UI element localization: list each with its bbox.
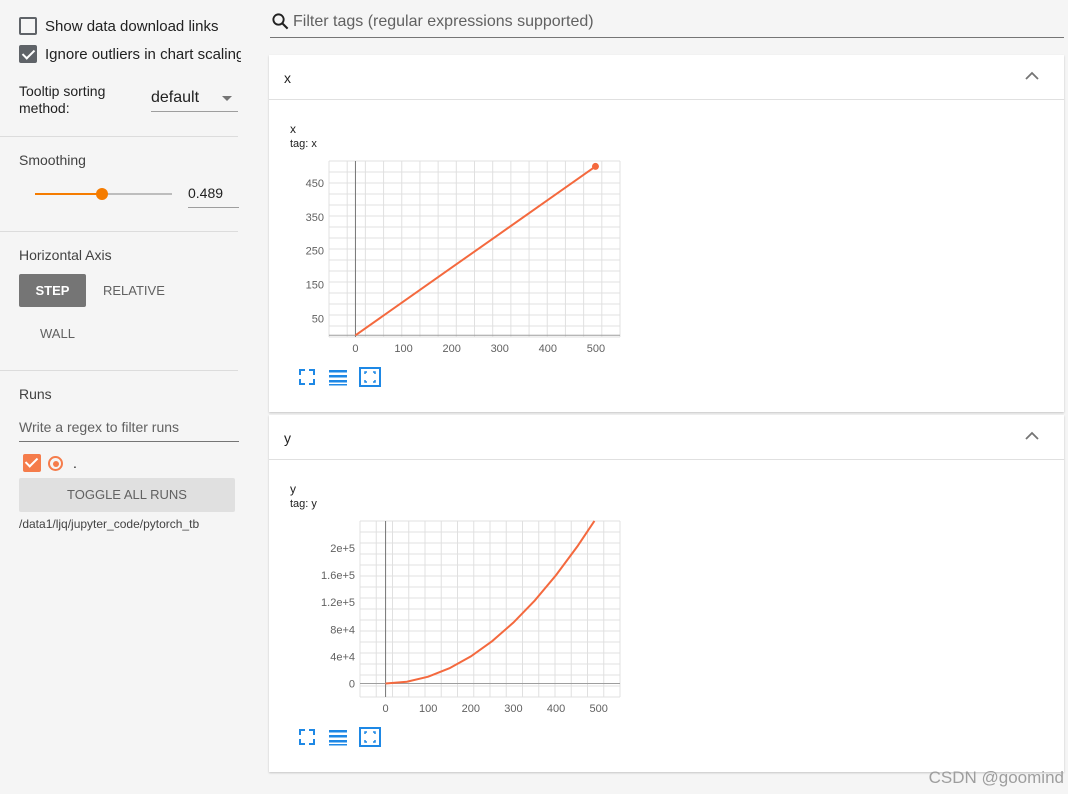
axis-step-button[interactable]: STEP [19, 274, 86, 307]
tooltip-sorting-select[interactable]: default [151, 86, 238, 112]
x-tick-label: 300 [491, 343, 509, 355]
run-checkbox[interactable] [23, 454, 41, 472]
smoothing-slider[interactable] [35, 188, 172, 200]
sidebar: Show data download links Ignore outliers… [0, 0, 246, 794]
fullscreen-icon[interactable] [297, 727, 317, 752]
x-tick-label: 0 [352, 343, 358, 355]
x-tick-label: 100 [394, 343, 412, 355]
x-tick-label: 300 [504, 703, 522, 715]
ignore-outliers-label: Ignore outliers in chart scaling [45, 45, 241, 63]
x-tick-label: 200 [442, 343, 460, 355]
runs-title: Runs [19, 386, 52, 402]
axis-wall-button[interactable]: WALL [40, 326, 75, 341]
dropdown-arrow-icon [222, 96, 232, 101]
axis-relative-button[interactable]: RELATIVE [103, 283, 165, 298]
chart-toolbar [297, 367, 381, 392]
x-tick-label: 500 [587, 343, 605, 355]
show-download-links-checkbox[interactable] [19, 17, 37, 35]
y-tick-label: 450 [306, 178, 324, 190]
fit-domain-icon[interactable] [359, 367, 381, 392]
x-tick-label: 400 [539, 343, 557, 355]
smoothing-slider-fill [35, 193, 102, 195]
runs-filter-placeholder: Write a regex to filter runs [19, 419, 180, 435]
chart-tag: tag: x [290, 138, 317, 150]
y-tick-label: 8e+4 [330, 624, 355, 636]
y-tick-label: 1.2e+5 [321, 597, 355, 609]
y-tick-label: 0 [349, 678, 355, 690]
show-download-links-label: Show data download links [45, 17, 219, 35]
x-tick-label: 200 [462, 703, 480, 715]
smoothing-slider-thumb[interactable] [95, 188, 108, 200]
tooltip-sorting-label: Tooltip sorting method: [19, 83, 106, 116]
toggle-all-runs-button[interactable]: TOGGLE ALL RUNS [19, 478, 235, 512]
tag-filter-input[interactable]: Filter tags (regular expressions support… [270, 8, 1064, 38]
card-x: x x tag: x 0 100 200 300 400 500 50 150 250 350 45… [269, 55, 1064, 412]
chart-title: y [290, 482, 296, 496]
y-tick-label: 150 [306, 280, 324, 292]
y-tick-label: 1.6e+5 [321, 570, 355, 582]
smoothing-title: Smoothing [19, 152, 86, 168]
divider [0, 370, 238, 371]
tooltip-sorting-value: default [151, 89, 200, 106]
y-tick-label: 250 [306, 246, 324, 258]
fullscreen-icon[interactable] [297, 367, 317, 392]
card-header[interactable]: y [269, 415, 1064, 460]
chart-tag: tag: y [290, 498, 317, 510]
divider [0, 136, 238, 137]
chart-y[interactable]: 0 100 200 300 400 500 0 4e+4 8e+4 1.2e+5 1.6e+5 2e+… [269, 515, 629, 725]
horizontal-axis-title: Horizontal Axis [19, 247, 112, 263]
divider [0, 231, 238, 232]
run-name: . [73, 455, 77, 471]
ignore-outliers-row[interactable]: Ignore outliers in chart scaling [19, 45, 241, 63]
card-header[interactable]: x [269, 55, 1064, 100]
runs-filter-input[interactable]: Write a regex to filter runs [19, 416, 239, 442]
series-end-point [591, 162, 599, 170]
chevron-up-icon[interactable] [1025, 71, 1039, 81]
y-tick-label: 50 [312, 313, 324, 325]
ignore-outliers-checkbox[interactable] [19, 45, 37, 63]
watermark: CSDN @goomind [928, 768, 1064, 787]
list-icon[interactable] [328, 727, 348, 752]
card-y: y y tag: y 0 100 200 300 400 500 0 4e+4 8e+4 1.2e… [269, 415, 1064, 772]
chevron-up-icon[interactable] [1025, 431, 1039, 441]
x-tick-label: 100 [419, 703, 437, 715]
y-tick-label: 4e+4 [330, 651, 355, 663]
chart-toolbar [297, 727, 381, 752]
y-tick-label: 2e+5 [330, 543, 355, 555]
y-tick-label: 350 [306, 212, 324, 224]
run-radio-button[interactable] [48, 456, 63, 471]
list-icon[interactable] [328, 367, 348, 392]
chart-x[interactable]: 0 100 200 300 400 500 50 150 250 350 450 [269, 155, 629, 365]
x-tick-label: 0 [383, 703, 389, 715]
show-download-links-row[interactable]: Show data download links [19, 17, 241, 35]
smoothing-value-input[interactable]: 0.489 [188, 183, 239, 208]
fit-domain-icon[interactable] [359, 727, 381, 752]
x-tick-label: 400 [547, 703, 565, 715]
series-line [354, 165, 597, 337]
tag-filter-placeholder: Filter tags (regular expressions support… [293, 13, 594, 30]
x-tick-label: 500 [590, 703, 608, 715]
log-directory: /data1/ljq/jupyter_code/pytorch_tb [19, 517, 200, 531]
card-title: x [284, 70, 291, 86]
card-title: y [284, 430, 291, 446]
chart-title: x [290, 122, 296, 136]
search-icon [272, 13, 289, 30]
